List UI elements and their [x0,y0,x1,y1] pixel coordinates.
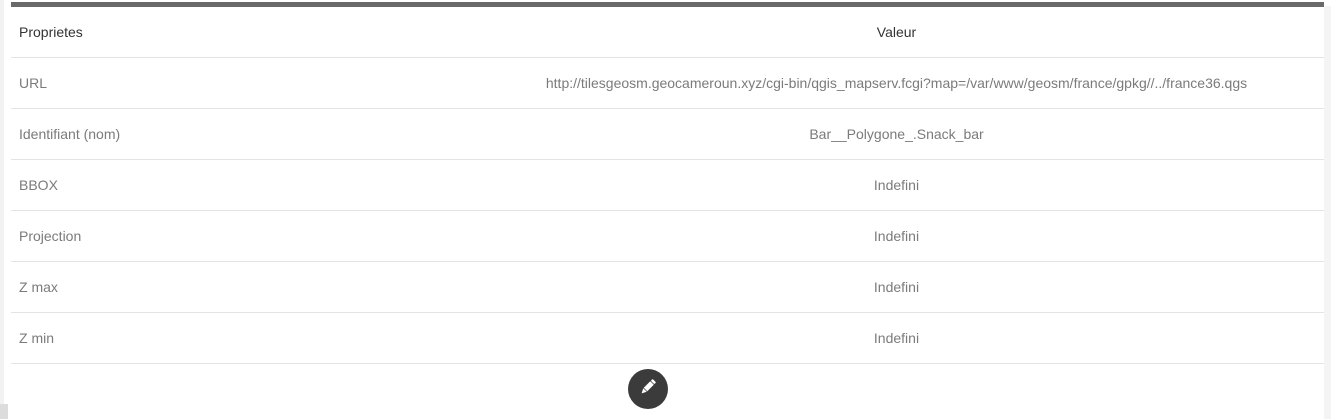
table-row: URL http://tilesgeosm.geocameroun.xyz/cg… [11,57,1324,109]
row-property-zmax: Z max [11,261,469,313]
row-value-projection: Indefini [469,210,1324,262]
row-value-url: http://tilesgeosm.geocameroun.xyz/cgi-bi… [469,57,1324,109]
corner-shade [0,404,8,419]
row-value-zmin: Indefini [469,312,1324,364]
properties-table-container: Proprietes Valeur URL http://tilesgeosm.… [11,7,1324,364]
row-property-zmin: Z min [11,312,469,364]
scrollbar-track[interactable] [1324,6,1331,419]
header-value: Valeur [469,7,1324,58]
table-row: BBOX Indefini [11,159,1324,211]
row-value-identifier: Bar__Polygone_.Snack_bar [469,108,1324,160]
table-row: Z max Indefini [11,261,1324,313]
table-row: Projection Indefini [11,210,1324,262]
table-row: Identifiant (nom) Bar__Polygone_.Snack_b… [11,108,1324,160]
table-header-row: Proprietes Valeur [11,7,1324,58]
table-row: Z min Indefini [11,312,1324,364]
left-edge [0,0,4,419]
properties-panel: Proprietes Valeur URL http://tilesgeosm.… [0,0,1331,419]
row-value-bbox: Indefini [469,159,1324,211]
action-bar [11,364,1324,419]
row-property-identifier: Identifiant (nom) [11,108,469,160]
pencil-icon [638,377,658,402]
row-property-projection: Projection [11,210,469,262]
header-property: Proprietes [11,7,469,58]
row-property-bbox: BBOX [11,159,469,211]
edit-button[interactable] [628,369,668,409]
row-property-url: URL [11,57,469,109]
properties-table: Proprietes Valeur URL http://tilesgeosm.… [11,7,1324,364]
row-value-zmax: Indefini [469,261,1324,313]
